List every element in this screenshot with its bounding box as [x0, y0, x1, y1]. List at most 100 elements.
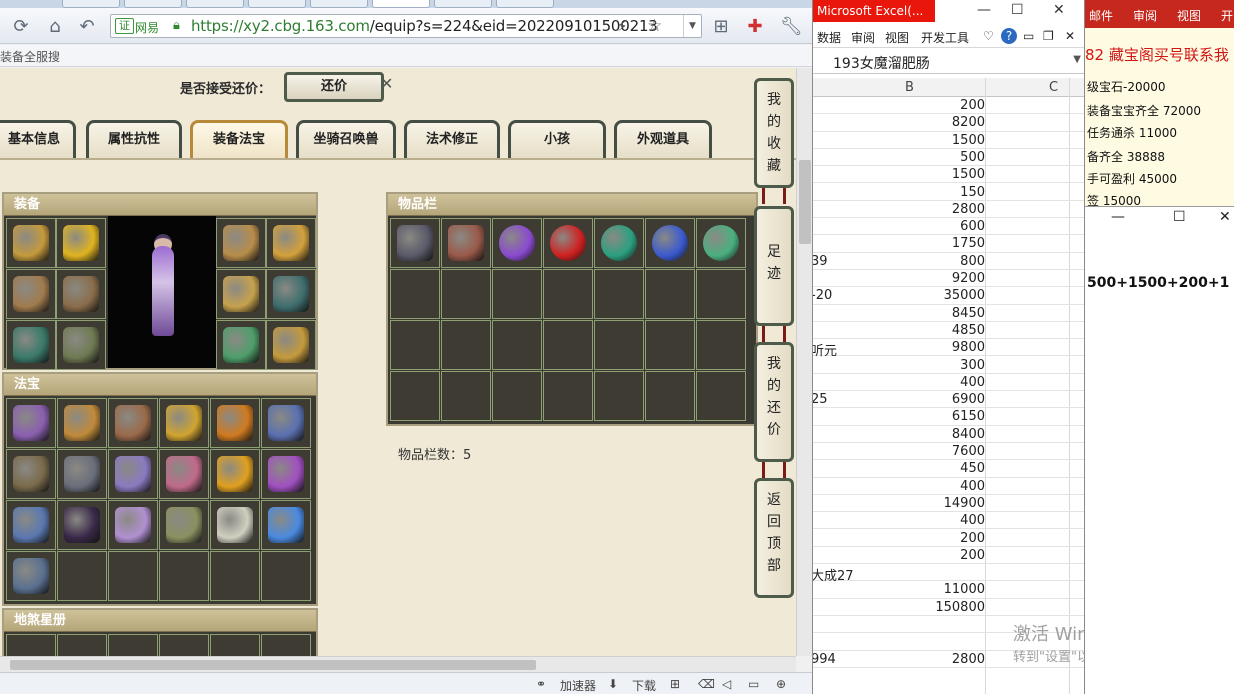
- cell-b[interactable]: 9200: [813, 271, 985, 286]
- grid-icon[interactable]: ⊞: [710, 16, 732, 38]
- table-row[interactable]: 1500: [813, 132, 1084, 149]
- table-row[interactable]: 14900: [813, 495, 1084, 513]
- close-icon[interactable]: ✕: [1053, 2, 1065, 18]
- empty-slot[interactable]: [696, 320, 746, 370]
- home-icon[interactable]: ⌂: [44, 16, 66, 38]
- chevron-down-icon[interactable]: ▼: [1073, 54, 1081, 65]
- item-slot[interactable]: [261, 398, 311, 448]
- cell-b[interactable]: 11000: [813, 582, 985, 597]
- help-icon[interactable]: ?: [1001, 28, 1017, 44]
- item-slot[interactable]: [266, 269, 316, 319]
- empty-slot[interactable]: [645, 371, 695, 421]
- minimize-icon[interactable]: —: [1111, 209, 1125, 225]
- item-slot[interactable]: [56, 269, 106, 319]
- empty-slot[interactable]: [696, 269, 746, 319]
- undo-icon[interactable]: ↶: [76, 16, 98, 38]
- speaker-icon[interactable]: ◁: [722, 677, 731, 691]
- vertical-scrollbar[interactable]: [796, 68, 812, 656]
- empty-slot[interactable]: [390, 269, 440, 319]
- table-row[interactable]: 450: [813, 460, 1084, 478]
- browser-tab[interactable]: [62, 0, 120, 8]
- item-slot[interactable]: [594, 218, 644, 268]
- browser-tab[interactable]: [186, 0, 244, 8]
- maximize-icon[interactable]: ☐: [1011, 2, 1024, 18]
- table-row[interactable]: 200: [813, 547, 1084, 565]
- cell-b[interactable]: 1500: [813, 167, 985, 182]
- tab-spell-mods[interactable]: 法术修正: [404, 120, 500, 158]
- item-slot[interactable]: [6, 320, 56, 370]
- my-favorites-button[interactable]: 我的收藏: [754, 78, 794, 188]
- cell-b[interactable]: 7600: [813, 444, 985, 459]
- table-row[interactable]: 500: [813, 149, 1084, 167]
- item-slot[interactable]: [6, 551, 56, 601]
- cell-b[interactable]: 150: [813, 185, 985, 200]
- item-slot[interactable]: [696, 218, 746, 268]
- trash-icon[interactable]: ⌫: [698, 677, 715, 691]
- column-b-header[interactable]: B: [905, 80, 914, 95]
- table-row[interactable]: 大成27: [813, 564, 1084, 584]
- close-icon[interactable]: ✕: [1065, 29, 1075, 43]
- item-slot[interactable]: [57, 500, 107, 550]
- back-to-top-button[interactable]: 返回顶部: [754, 478, 794, 598]
- cell-b[interactable]: 400: [813, 513, 985, 528]
- tab-equipment[interactable]: 装备法宝: [190, 120, 288, 158]
- item-slot[interactable]: [216, 269, 266, 319]
- item-slot[interactable]: [216, 320, 266, 370]
- item-slot[interactable]: [645, 218, 695, 268]
- ribbon-tab-review[interactable]: 审阅: [1133, 7, 1157, 24]
- empty-slot[interactable]: [543, 371, 593, 421]
- item-slot[interactable]: [6, 449, 56, 499]
- chevron-down-icon[interactable]: ▼: [683, 15, 701, 37]
- cert-badge[interactable]: 证: [115, 18, 134, 34]
- maximize-icon[interactable]: ☐: [1173, 209, 1186, 225]
- table-row[interactable]: 400: [813, 512, 1084, 530]
- refresh-icon[interactable]: ⟳: [10, 16, 32, 38]
- cell-b[interactable]: 300: [813, 358, 985, 373]
- minimize-icon[interactable]: —: [977, 2, 991, 18]
- zoom-icon[interactable]: ⊕: [776, 677, 786, 691]
- empty-slot[interactable]: [594, 320, 644, 370]
- empty-slot[interactable]: [594, 371, 644, 421]
- table-row[interactable]: 300: [813, 357, 1084, 374]
- scroll-thumb[interactable]: [799, 160, 811, 244]
- bookmark-item[interactable]: 装备全服搜: [0, 48, 60, 65]
- table-row[interactable]: -20 35000: [813, 287, 1084, 305]
- cell-b[interactable]: 6900: [813, 392, 985, 407]
- empty-slot[interactable]: [441, 269, 491, 319]
- table-row[interactable]: 1750: [813, 235, 1084, 253]
- cell-b[interactable]: 2800: [813, 652, 985, 667]
- empty-slot[interactable]: [261, 551, 311, 601]
- item-slot[interactable]: [492, 218, 542, 268]
- cell-b[interactable]: 150800: [813, 600, 985, 615]
- horizontal-scrollbar[interactable]: [0, 656, 796, 672]
- cell-b[interactable]: 400: [813, 479, 985, 494]
- column-c-header[interactable]: C: [1049, 80, 1058, 95]
- item-slot[interactable]: [159, 449, 209, 499]
- table-row[interactable]: 200: [813, 530, 1084, 547]
- tab-children[interactable]: 小孩: [508, 120, 606, 158]
- browser-tab[interactable]: [310, 0, 368, 8]
- cell-b[interactable]: 800: [813, 254, 985, 269]
- item-slot[interactable]: [6, 500, 56, 550]
- close-icon[interactable]: ✕: [380, 74, 393, 93]
- empty-slot[interactable]: [390, 371, 440, 421]
- accelerator-label[interactable]: 加速器: [560, 677, 596, 694]
- item-slot[interactable]: [210, 449, 260, 499]
- cell-b[interactable]: 200: [813, 531, 985, 546]
- cell-b[interactable]: 2800: [813, 202, 985, 217]
- empty-slot[interactable]: [210, 634, 260, 656]
- item-slot[interactable]: [261, 500, 311, 550]
- download-label[interactable]: 下载: [632, 677, 656, 694]
- empty-slot[interactable]: [441, 320, 491, 370]
- bargain-button[interactable]: 还价: [284, 72, 384, 102]
- lightning-icon[interactable]: ⚡: [617, 17, 628, 35]
- link-icon[interactable]: ⚭: [536, 677, 546, 691]
- item-slot[interactable]: [216, 218, 266, 268]
- browser-tab[interactable]: [496, 0, 554, 8]
- empty-slot[interactable]: [57, 551, 107, 601]
- table-row[interactable]: 600: [813, 218, 1084, 236]
- scroll-thumb[interactable]: [10, 660, 536, 670]
- gamepad-icon[interactable]: ✚: [744, 16, 766, 38]
- empty-slot[interactable]: [57, 634, 107, 656]
- formula-bar[interactable]: 193女魔溜肥肠 ▼: [813, 50, 1084, 74]
